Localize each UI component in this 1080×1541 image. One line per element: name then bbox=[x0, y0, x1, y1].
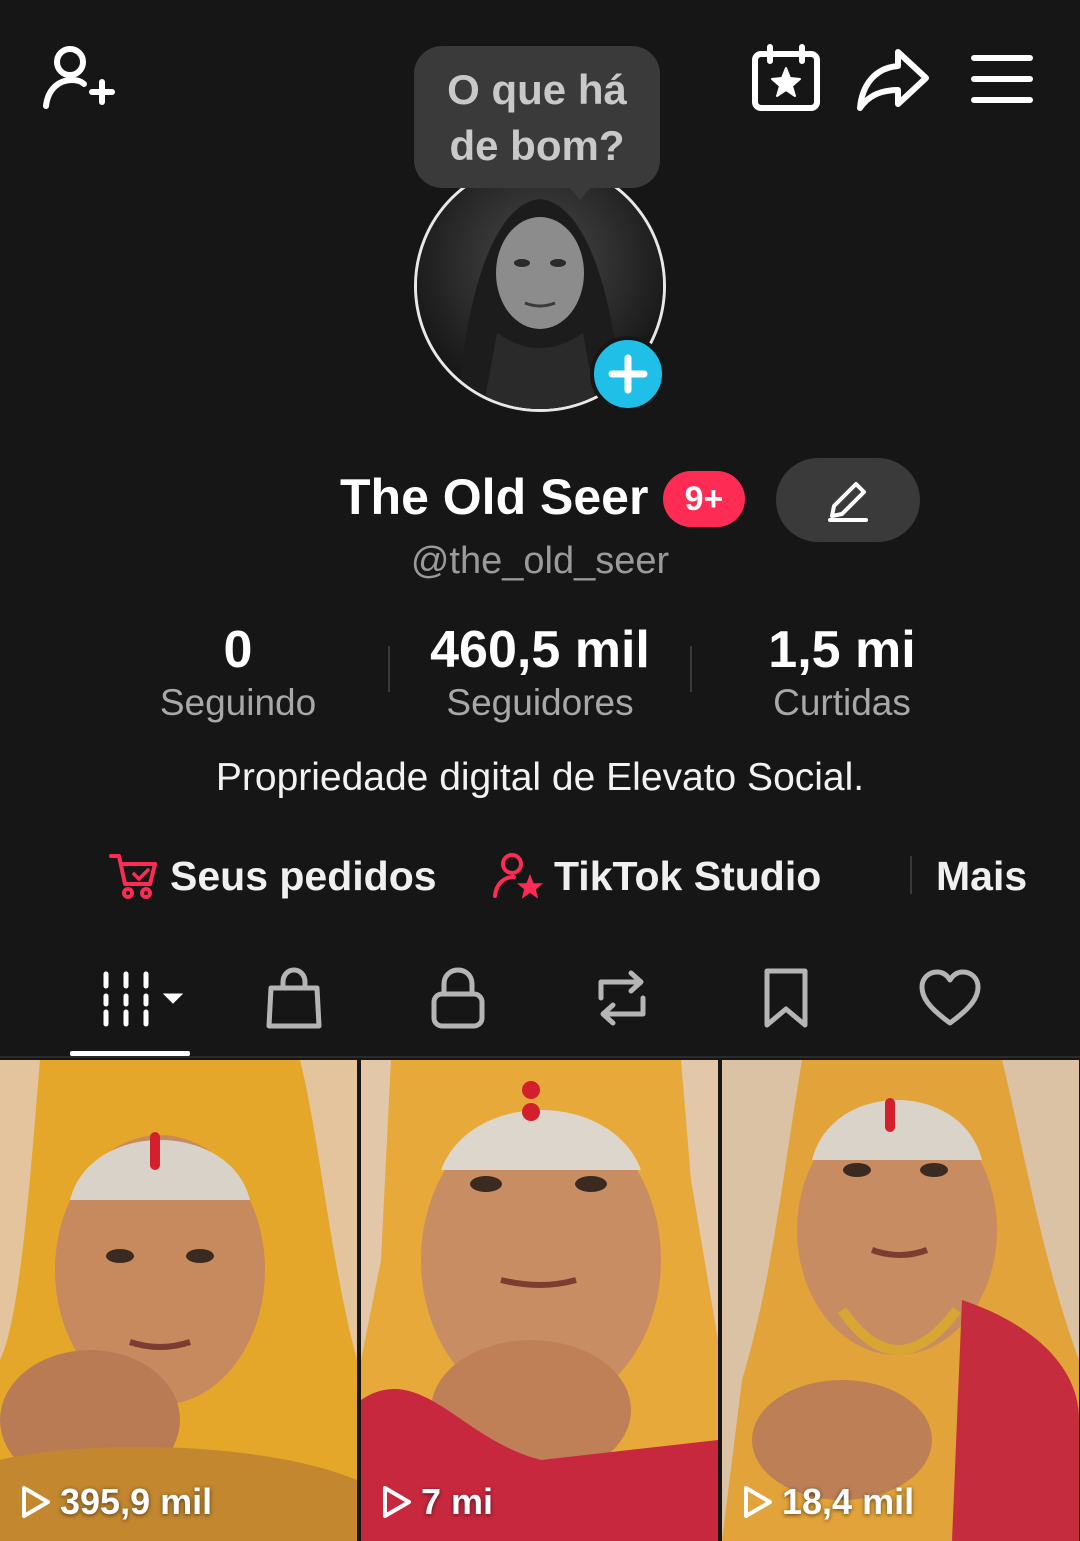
story-prompt-bubble[interactable]: O que há de bom? bbox=[414, 46, 660, 188]
add-friend-icon[interactable] bbox=[40, 44, 116, 114]
tiktok-studio-link[interactable]: TikTok Studio bbox=[492, 848, 821, 904]
view-count-value: 7 mi bbox=[421, 1481, 494, 1522]
cart-icon bbox=[109, 854, 157, 899]
video-tile[interactable]: 7 mi bbox=[361, 1060, 718, 1541]
add-story-plus-icon[interactable] bbox=[590, 336, 666, 412]
play-icon bbox=[22, 1486, 50, 1518]
play-icon bbox=[383, 1486, 411, 1518]
likes-label: Curtidas bbox=[773, 682, 911, 723]
followers-count: 460,5 mil bbox=[430, 621, 650, 679]
view-count: 7 mi bbox=[379, 1481, 493, 1523]
pencil-icon bbox=[828, 482, 868, 522]
video-tile[interactable]: 395,9 mil bbox=[0, 1060, 357, 1541]
video-thumbnail bbox=[722, 1060, 1079, 1541]
view-count-value: 18,4 mil bbox=[782, 1481, 915, 1522]
followers-label: Seguidores bbox=[446, 682, 634, 723]
more-link[interactable]: Mais bbox=[936, 848, 1027, 904]
tab-bar-border bbox=[0, 1056, 1080, 1058]
your-orders-label: Seus pedidos bbox=[170, 852, 437, 899]
tab-reposts[interactable] bbox=[577, 962, 667, 1034]
edit-profile-button[interactable] bbox=[776, 458, 920, 542]
video-tile[interactable]: 18,4 mil bbox=[722, 1060, 1079, 1541]
stat-likes[interactable]: 1,5 mi Curtidas bbox=[692, 620, 992, 726]
bubble-line-1: O que há bbox=[447, 66, 627, 113]
tab-favorites[interactable] bbox=[741, 962, 831, 1034]
likes-count: 1,5 mi bbox=[768, 621, 916, 679]
view-count-value: 395,9 mil bbox=[60, 1481, 213, 1522]
bio: Propriedade digital de Elevato Social. bbox=[215, 756, 865, 799]
more-divider bbox=[910, 856, 912, 894]
tiktok-studio-label: TikTok Studio bbox=[554, 852, 822, 899]
following-label: Seguindo bbox=[159, 682, 317, 723]
tab-shop[interactable] bbox=[249, 962, 339, 1034]
notification-badge[interactable]: 9+ bbox=[663, 471, 745, 527]
heart-icon bbox=[919, 969, 981, 1026]
share-arrow-icon[interactable] bbox=[856, 46, 930, 112]
more-label: Mais bbox=[936, 852, 1028, 899]
creator-star-icon bbox=[493, 853, 544, 899]
lock-icon bbox=[431, 967, 485, 1029]
shop-bag-icon bbox=[266, 967, 322, 1029]
videos-grid-icon bbox=[103, 971, 184, 1027]
view-count: 18,4 mil bbox=[740, 1481, 914, 1523]
stat-following[interactable]: 0 Seguindo bbox=[88, 620, 388, 726]
display-name: The Old Seer bbox=[340, 469, 649, 525]
bubble-line-2: de bom? bbox=[449, 122, 625, 169]
bookmark-icon bbox=[764, 968, 808, 1028]
repost-icon bbox=[598, 970, 646, 1026]
your-orders-link[interactable]: Seus pedidos bbox=[108, 848, 437, 904]
play-icon bbox=[744, 1486, 772, 1518]
hamburger-menu-icon[interactable] bbox=[970, 52, 1034, 106]
calendar-star-icon[interactable] bbox=[750, 44, 822, 112]
video-thumbnail bbox=[361, 1060, 718, 1541]
tab-private[interactable] bbox=[413, 962, 503, 1034]
bubble-tail bbox=[568, 186, 592, 200]
tab-videos[interactable] bbox=[92, 962, 192, 1034]
view-count: 395,9 mil bbox=[18, 1481, 212, 1523]
tab-liked[interactable] bbox=[905, 962, 995, 1034]
username: @the_old_seer bbox=[410, 540, 670, 582]
video-thumbnail bbox=[0, 1060, 357, 1541]
following-count: 0 bbox=[223, 621, 253, 679]
stat-followers[interactable]: 460,5 mil Seguidores bbox=[390, 620, 690, 726]
